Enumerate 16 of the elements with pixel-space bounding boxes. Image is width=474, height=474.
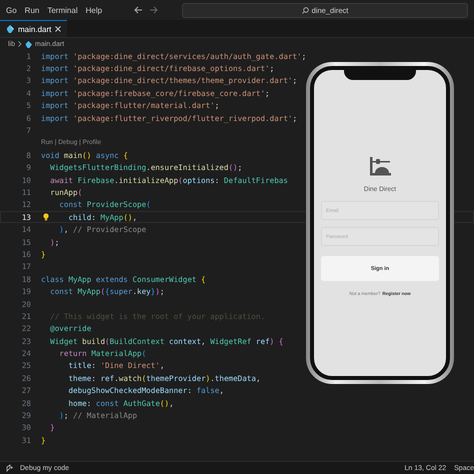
editor-tab[interactable]: main.dart <box>0 20 68 37</box>
menu-item[interactable]: Terminal <box>47 6 78 14</box>
dart-logo-icon <box>6 25 14 33</box>
food-plate-icon <box>367 156 393 178</box>
back-arrow-icon[interactable] <box>134 6 144 14</box>
phone-notch <box>344 70 416 80</box>
debug-icon[interactable] <box>6 464 14 472</box>
chevron-right-icon <box>18 41 22 47</box>
search-icon <box>302 6 309 14</box>
close-icon[interactable] <box>55 26 62 32</box>
dart-logo-icon <box>25 40 32 48</box>
menu-item[interactable]: Run <box>24 6 40 14</box>
menu-item[interactable]: Help <box>86 6 102 14</box>
forward-arrow-icon[interactable] <box>149 6 158 14</box>
menu-item[interactable]: Go <box>6 6 17 14</box>
lightbulb-icon[interactable] <box>43 213 49 222</box>
